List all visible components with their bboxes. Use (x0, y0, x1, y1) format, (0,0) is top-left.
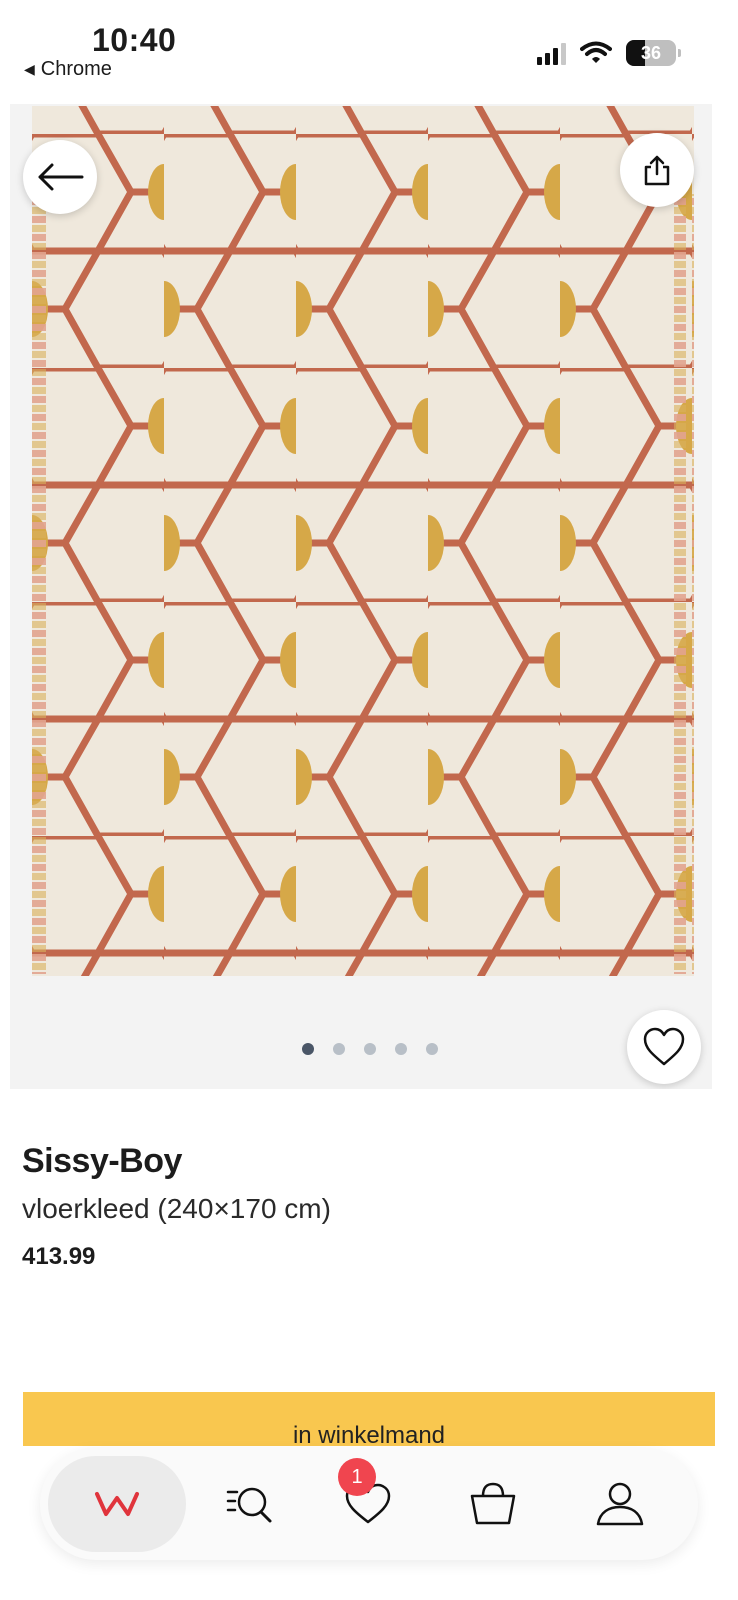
rug-product-photo (10, 104, 712, 1089)
share-icon (644, 155, 670, 186)
status-time: 10:40 (92, 22, 177, 58)
wifi-icon (580, 41, 612, 63)
status-icons: 36 (537, 40, 681, 66)
nav-search[interactable] (200, 1448, 300, 1560)
carousel-indicator[interactable] (0, 1043, 738, 1055)
product-price: 413.99 (22, 1243, 96, 1270)
nav-home[interactable] (48, 1456, 186, 1552)
nav-shopping-bag[interactable] (443, 1448, 543, 1560)
product-name: vloerkleed (240×170 cm) (22, 1193, 331, 1224)
signal-icon (537, 41, 566, 65)
share-button[interactable] (620, 133, 694, 207)
wehkamp-logo-icon (95, 1492, 139, 1516)
back-to-app[interactable]: ◀ Chrome (24, 58, 112, 81)
battery-icon: 36 (626, 40, 681, 66)
carousel-dot[interactable] (302, 1043, 314, 1055)
user-icon (596, 1482, 644, 1526)
carousel-dot[interactable] (364, 1043, 376, 1055)
back-triangle-icon: ◀ (24, 61, 35, 77)
shopping-bag-icon (470, 1482, 516, 1525)
carousel-dot[interactable] (333, 1043, 345, 1055)
back-app-label: Chrome (40, 58, 112, 80)
battery-level: 36 (640, 42, 662, 63)
carousel-dot[interactable] (395, 1043, 407, 1055)
status-bar: 10:40 ◀ Chrome 36 (0, 0, 738, 90)
carousel-dot[interactable] (426, 1043, 438, 1055)
add-to-cart-label: in winkelmand (292, 1422, 446, 1446)
search-list-icon (226, 1487, 272, 1523)
add-to-cart-button[interactable]: in winkelmand (23, 1392, 715, 1446)
product-image-carousel[interactable] (10, 104, 712, 1089)
product-screen: 10:40 ◀ Chrome 36 Sissy-Boy vloerkleed (… (0, 0, 738, 1600)
favorites-count-badge: 1 (338, 1458, 376, 1496)
nav-account[interactable] (570, 1448, 670, 1560)
back-button[interactable] (23, 140, 97, 214)
back-arrow-icon (38, 163, 84, 191)
product-brand[interactable]: Sissy-Boy (22, 1142, 182, 1181)
